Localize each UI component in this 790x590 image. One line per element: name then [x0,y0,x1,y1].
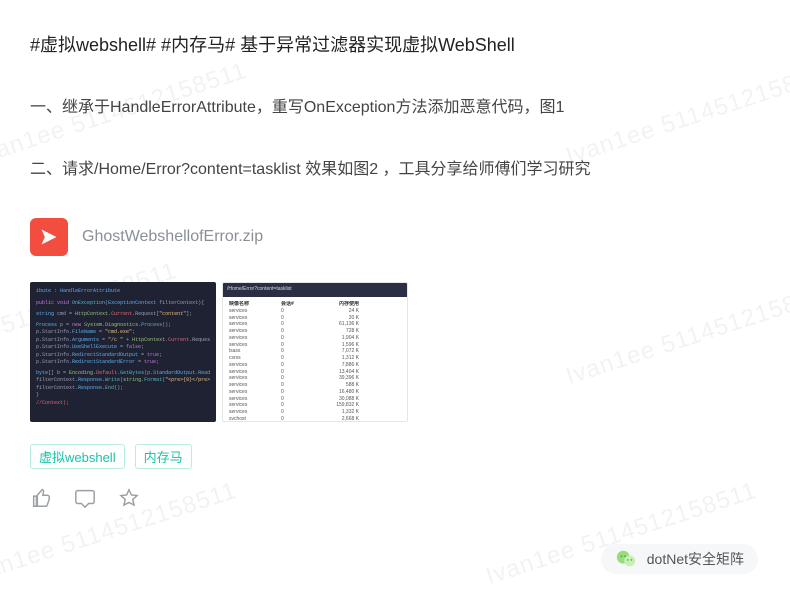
tag-memory-horse[interactable]: 内存马 [135,444,192,469]
mini-table-cell: 0 [281,382,307,389]
section-2: 二、请求/Home/Error?content=tasklist 效果如图2 ，… [30,157,760,183]
mini-table-cell: 0 [281,402,307,409]
mini-table-cell: 39,396 K [325,375,359,382]
mini-table-cell: 0 [281,416,307,422]
post-title: #虚拟webshell# #内存马# 基于异常过滤器实现虚拟WebShell [30,32,760,59]
comment-button[interactable] [74,487,96,509]
comment-icon [74,487,96,509]
mini-table-cell: csrss [229,355,263,362]
mini-table-cell: services [229,321,263,328]
tag-virtual-webshell[interactable]: 虚拟webshell [30,444,125,469]
wechat-attribution[interactable]: dotNet安全矩阵 [601,544,758,574]
mini-table-cell: svchost [229,416,263,422]
post-body: #虚拟webshell# #内存马# 基于异常过滤器实现虚拟WebShell 一… [0,0,790,590]
tag-row: 虚拟webshell 内存马 [30,444,760,469]
mini-table-cell: 0 [281,321,307,328]
mini-table-cell: 159,832 K [325,402,359,409]
mini-table-cell: 2,668 K [325,416,359,422]
attachment-filename: GhostWebshellofError.zip [82,228,263,246]
section-1: 一、继承于HandleErrorAttribute，重写OnException方… [30,95,760,121]
mini-table-cell: 1,904 K [325,335,359,342]
mini-table-cell: services [229,402,263,409]
mini-table-cell: 16,480 K [325,389,359,396]
star-icon [118,487,140,509]
mini-table-cell: services [229,389,263,396]
mini-table-cell: 7,072 K [325,348,359,355]
mini-table-cell: 13,404 K [325,369,359,376]
mini-table-cell: services [229,382,263,389]
mini-table-cell: services [229,342,263,349]
mini-table-cell: 24 K [325,308,359,315]
mini-table-cell: 0 [281,315,307,322]
mini-table-cell: 0 [281,342,307,349]
mini-table-cell: 30,088 K [325,396,359,403]
mini-table-cell: 0 [281,348,307,355]
attachment-file[interactable]: GhostWebshellofError.zip [30,218,263,256]
thumbs-up-icon [30,487,52,509]
mini-table-cell: services [229,308,263,315]
mini-table-cell: 20 K [325,315,359,322]
mini-table-cell: 588 K [325,382,359,389]
thumbnail-tasklist-screenshot[interactable]: /Home/Error?content=tasklist 映像名称 会话# 内存使用… [222,282,408,422]
mini-table-cell: 61,136 K [325,321,359,328]
mini-table-header: 映像名称 [229,301,263,308]
mini-table-cell: services [229,335,263,342]
thumbnail-code-screenshot[interactable]: ibute : HandleErrorAttribute public void… [30,282,216,422]
mini-table-cell: 0 [281,362,307,369]
post-actions [30,487,760,509]
mini-table-header: 会话# [281,301,307,308]
code-header: ibute : HandleErrorAttribute [36,288,120,294]
mini-table-cell: 728 K [325,328,359,335]
mini-table-cell: 0 [281,335,307,342]
mini-table-cell: 0 [281,355,307,362]
like-button[interactable] [30,487,52,509]
wechat-icon [615,548,637,570]
thumbnail-url: /Home/Error?content=tasklist [223,283,407,297]
mini-table-cell: 1,332 K [325,409,359,416]
mini-table-cell: services [229,375,263,382]
mini-table-cell: lsass [229,348,263,355]
mini-table-cell: 7,886 K [325,362,359,369]
mini-table-cell: services [229,369,263,376]
mini-table-cell: services [229,362,263,369]
mini-table-cell: services [229,409,263,416]
mini-table-cell: 0 [281,369,307,376]
mini-table-cell: 0 [281,308,307,315]
mini-table-cell: 0 [281,389,307,396]
image-thumbnails: ibute : HandleErrorAttribute public void… [30,282,760,422]
favorite-button[interactable] [118,487,140,509]
mini-table-cell: services [229,396,263,403]
mini-table-header: 内存使用 [325,301,359,308]
mini-table-cell: 0 [281,375,307,382]
mini-table-cell: services [229,315,263,322]
mini-table-cell: 1,596 K [325,342,359,349]
mini-table-cell: 0 [281,409,307,416]
mini-table-cell: 1,312 K [325,355,359,362]
zip-icon [30,218,68,256]
wechat-attribution-label: dotNet安全矩阵 [647,549,744,569]
mini-table-cell: 0 [281,396,307,403]
mini-table-cell: services [229,328,263,335]
mini-table-cell: 0 [281,328,307,335]
